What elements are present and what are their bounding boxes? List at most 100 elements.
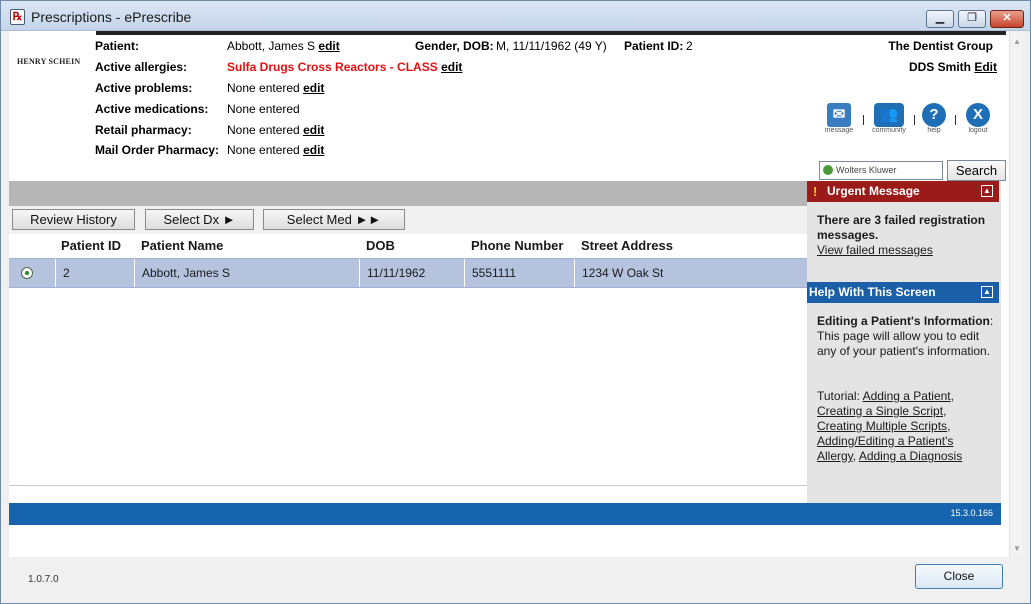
medications-label: Active medications: bbox=[95, 102, 209, 116]
select-dx-button[interactable]: Select Dx ► bbox=[145, 209, 254, 230]
allergies-label: Active allergies: bbox=[95, 60, 188, 74]
table-row[interactable]: 2 Abbott, James S 11/11/1962 5551111 123… bbox=[9, 258, 807, 288]
logout-icon: X bbox=[966, 103, 990, 127]
edit-retail-pharmacy-link[interactable]: edit bbox=[303, 123, 324, 137]
help-screen-header: Help With This Screen ▲ bbox=[807, 282, 999, 303]
grid-bottom-border bbox=[9, 485, 807, 486]
prescription-icon: ℞ bbox=[10, 9, 25, 25]
column-header-patient-name[interactable]: Patient Name bbox=[141, 238, 223, 253]
toolbar-separator bbox=[914, 115, 915, 125]
help-button[interactable]: ? help bbox=[919, 103, 949, 134]
message-label: message bbox=[824, 127, 854, 134]
build-number: 15.3.0.166 bbox=[950, 508, 993, 518]
urgent-message-title: Urgent Message bbox=[827, 184, 920, 198]
help-screen-title: Help With This Screen bbox=[809, 285, 936, 299]
patient-name-value: Abbott, James S edit bbox=[227, 39, 340, 53]
close-button[interactable]: Close bbox=[915, 564, 1003, 589]
column-header-dob[interactable]: DOB bbox=[366, 238, 395, 253]
tutorial-link-single-script[interactable]: Creating a Single Script bbox=[817, 404, 943, 418]
tutorial-link-diagnosis[interactable]: Adding a Diagnosis bbox=[859, 449, 962, 463]
header-divider bbox=[96, 31, 1006, 35]
urgent-message-header: ! Urgent Message ▲ bbox=[807, 181, 999, 202]
radio-selected-dot bbox=[25, 271, 29, 275]
gender-dob-value: M, 11/11/1962 (49 Y) bbox=[496, 39, 607, 53]
edit-patient-link[interactable]: edit bbox=[318, 39, 339, 53]
main-content: HENRY SCHEIN Patient: Abbott, James S ed… bbox=[9, 31, 1023, 557]
cell-divider bbox=[574, 259, 575, 287]
practice-group-name: The Dentist Group bbox=[888, 39, 993, 53]
tutorial-link-multiple-scripts[interactable]: Creating Multiple Scripts bbox=[817, 419, 947, 433]
cell-address: 1234 W Oak St bbox=[582, 266, 664, 280]
edit-mail-pharmacy-link[interactable]: edit bbox=[303, 143, 324, 157]
tutorial-link-adding-patient[interactable]: Adding a Patient bbox=[863, 389, 951, 403]
section-bar bbox=[9, 181, 807, 206]
window-title: Prescriptions - ePrescribe bbox=[31, 9, 192, 25]
minimize-button[interactable]: ▁ bbox=[926, 10, 954, 28]
column-header-patient-id[interactable]: Patient ID bbox=[61, 238, 121, 253]
view-failed-messages-link[interactable]: View failed messages bbox=[817, 243, 933, 258]
allergy-text: Sulfa Drugs Cross Reactors - CLASS bbox=[227, 60, 438, 74]
toolbar-separator bbox=[863, 115, 864, 125]
search-button[interactable]: Search bbox=[947, 160, 1006, 181]
scroll-down-icon[interactable]: ▼ bbox=[1013, 544, 1021, 553]
tutorial-links: Tutorial: Adding a Patient, Creating a S… bbox=[817, 389, 963, 463]
status-bar: 15.3.0.166 bbox=[9, 503, 1001, 525]
mail-pharmacy-label: Mail Order Pharmacy: bbox=[95, 143, 220, 157]
eprescribe-window: ℞ Prescriptions - ePrescribe ▁ ❐ ✕ HENRY… bbox=[0, 0, 1031, 604]
cell-divider bbox=[359, 259, 360, 287]
cell-divider bbox=[55, 259, 56, 287]
close-window-button[interactable]: ✕ bbox=[990, 10, 1024, 28]
collapse-help-icon[interactable]: ▲ bbox=[981, 286, 993, 298]
row-select-radio[interactable] bbox=[21, 267, 33, 279]
problems-value: None entered edit bbox=[227, 81, 324, 95]
scroll-up-icon[interactable]: ▲ bbox=[1013, 37, 1021, 46]
toolbar-separator bbox=[955, 115, 956, 125]
gender-dob-label: Gender, DOB: bbox=[415, 39, 494, 53]
henry-schein-logo: HENRY SCHEIN bbox=[17, 57, 81, 66]
community-button[interactable]: 👥 community bbox=[869, 103, 909, 134]
message-button[interactable]: ✉ message bbox=[821, 103, 857, 134]
problems-label: Active problems: bbox=[95, 81, 193, 95]
edit-provider-link[interactable]: Edit bbox=[974, 60, 997, 74]
vertical-scrollbar[interactable]: ▲ ▼ bbox=[1009, 31, 1023, 557]
logout-label: logout bbox=[968, 127, 988, 134]
allergies-value: Sulfa Drugs Cross Reactors - CLASS edit bbox=[227, 60, 462, 74]
app-version: 1.0.7.0 bbox=[28, 574, 59, 585]
help-heading: Editing a Patient's Information bbox=[817, 314, 990, 328]
patient-label: Patient: bbox=[95, 39, 140, 53]
restore-button[interactable]: ❐ bbox=[958, 10, 986, 28]
edit-allergies-link[interactable]: edit bbox=[441, 60, 462, 74]
community-icon: 👥 bbox=[874, 103, 904, 127]
help-icon: ? bbox=[922, 103, 946, 127]
edit-problems-link[interactable]: edit bbox=[303, 81, 324, 95]
action-toolbar: Review History Select Dx ► Select Med ►► bbox=[9, 206, 807, 234]
side-panel: ! Urgent Message ▲ There are 3 failed re… bbox=[807, 181, 1001, 503]
column-header-address[interactable]: Street Address bbox=[581, 238, 673, 253]
cell-divider bbox=[134, 259, 135, 287]
cell-patient-name: Abbott, James S bbox=[142, 266, 231, 280]
cell-phone: 5551111 bbox=[472, 266, 517, 280]
message-icon: ✉ bbox=[827, 103, 851, 127]
review-history-button[interactable]: Review History bbox=[12, 209, 135, 230]
medications-value: None entered bbox=[227, 102, 300, 116]
column-header-phone[interactable]: Phone Number bbox=[471, 238, 563, 253]
provider-info: DDS Smith Edit bbox=[909, 60, 997, 74]
patient-name: Abbott, James S bbox=[227, 39, 316, 53]
mail-pharmacy-value: None entered edit bbox=[227, 143, 324, 157]
collapse-urgent-icon[interactable]: ▲ bbox=[981, 185, 993, 197]
urgent-message-text: There are 3 failed registration messages… bbox=[817, 213, 986, 242]
warning-icon: ! bbox=[813, 184, 818, 199]
patient-table-header: Patient ID Patient Name DOB Phone Number… bbox=[9, 234, 807, 258]
patient-id-label: Patient ID: bbox=[624, 39, 684, 53]
tutorial-label: Tutorial: bbox=[817, 389, 860, 403]
title-bar: ℞ Prescriptions - ePrescribe ▁ ❐ ✕ bbox=[1, 1, 1030, 31]
select-med-button[interactable]: Select Med ►► bbox=[263, 209, 405, 230]
mail-pharmacy-text: None entered bbox=[227, 143, 300, 157]
close-icon: ✕ bbox=[1002, 12, 1012, 24]
wolters-kluwer-search-input[interactable]: Wolters Kluwer bbox=[819, 161, 943, 180]
restore-icon: ❐ bbox=[967, 12, 977, 24]
logout-button[interactable]: X logout bbox=[963, 103, 993, 134]
community-label: community bbox=[872, 127, 906, 134]
provider-name: DDS Smith bbox=[908, 60, 971, 74]
help-description: Editing a Patient's Information: This pa… bbox=[817, 314, 995, 359]
